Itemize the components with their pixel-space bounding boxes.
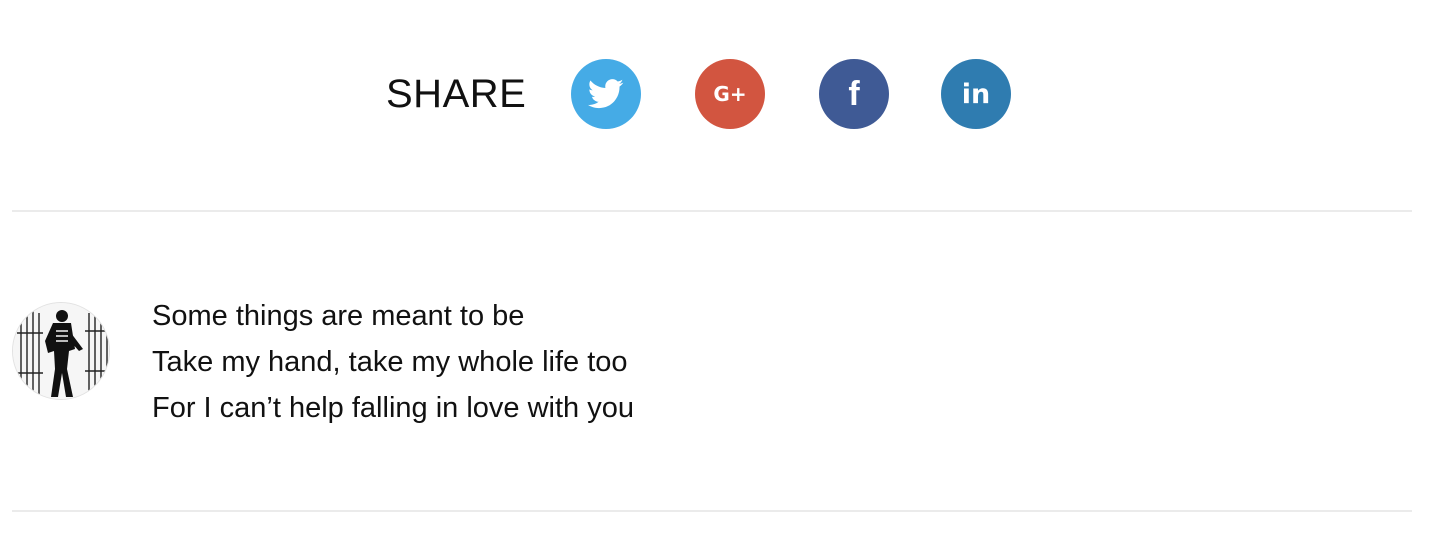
section-divider	[12, 210, 1412, 212]
google-plus-glyph: G+	[713, 82, 746, 106]
quote-text: Some things are meant to be Take my hand…	[152, 293, 634, 431]
share-bar: SHARE G+ f in	[0, 58, 1430, 130]
share-label: SHARE	[386, 72, 527, 116]
quote-line: Take my hand, take my whole life too	[152, 346, 628, 378]
linkedin-share-button[interactable]: in	[941, 59, 1011, 129]
person-avatar-icon	[13, 303, 109, 399]
facebook-share-button[interactable]: f	[819, 59, 889, 129]
twitter-share-button[interactable]	[571, 59, 641, 129]
linkedin-icon: in	[958, 79, 994, 109]
section-divider	[12, 510, 1412, 512]
facebook-glyph: f	[848, 77, 860, 111]
google-plus-share-button[interactable]: G+	[695, 59, 765, 129]
twitter-icon	[588, 79, 624, 109]
author-avatar	[12, 302, 110, 400]
linkedin-glyph: in	[962, 79, 990, 109]
google-plus-icon: G+	[709, 82, 751, 106]
quote-line: Some things are meant to be	[152, 300, 525, 332]
facebook-icon: f	[844, 77, 864, 111]
quote-line: For I can’t help falling in love with yo…	[152, 392, 634, 424]
